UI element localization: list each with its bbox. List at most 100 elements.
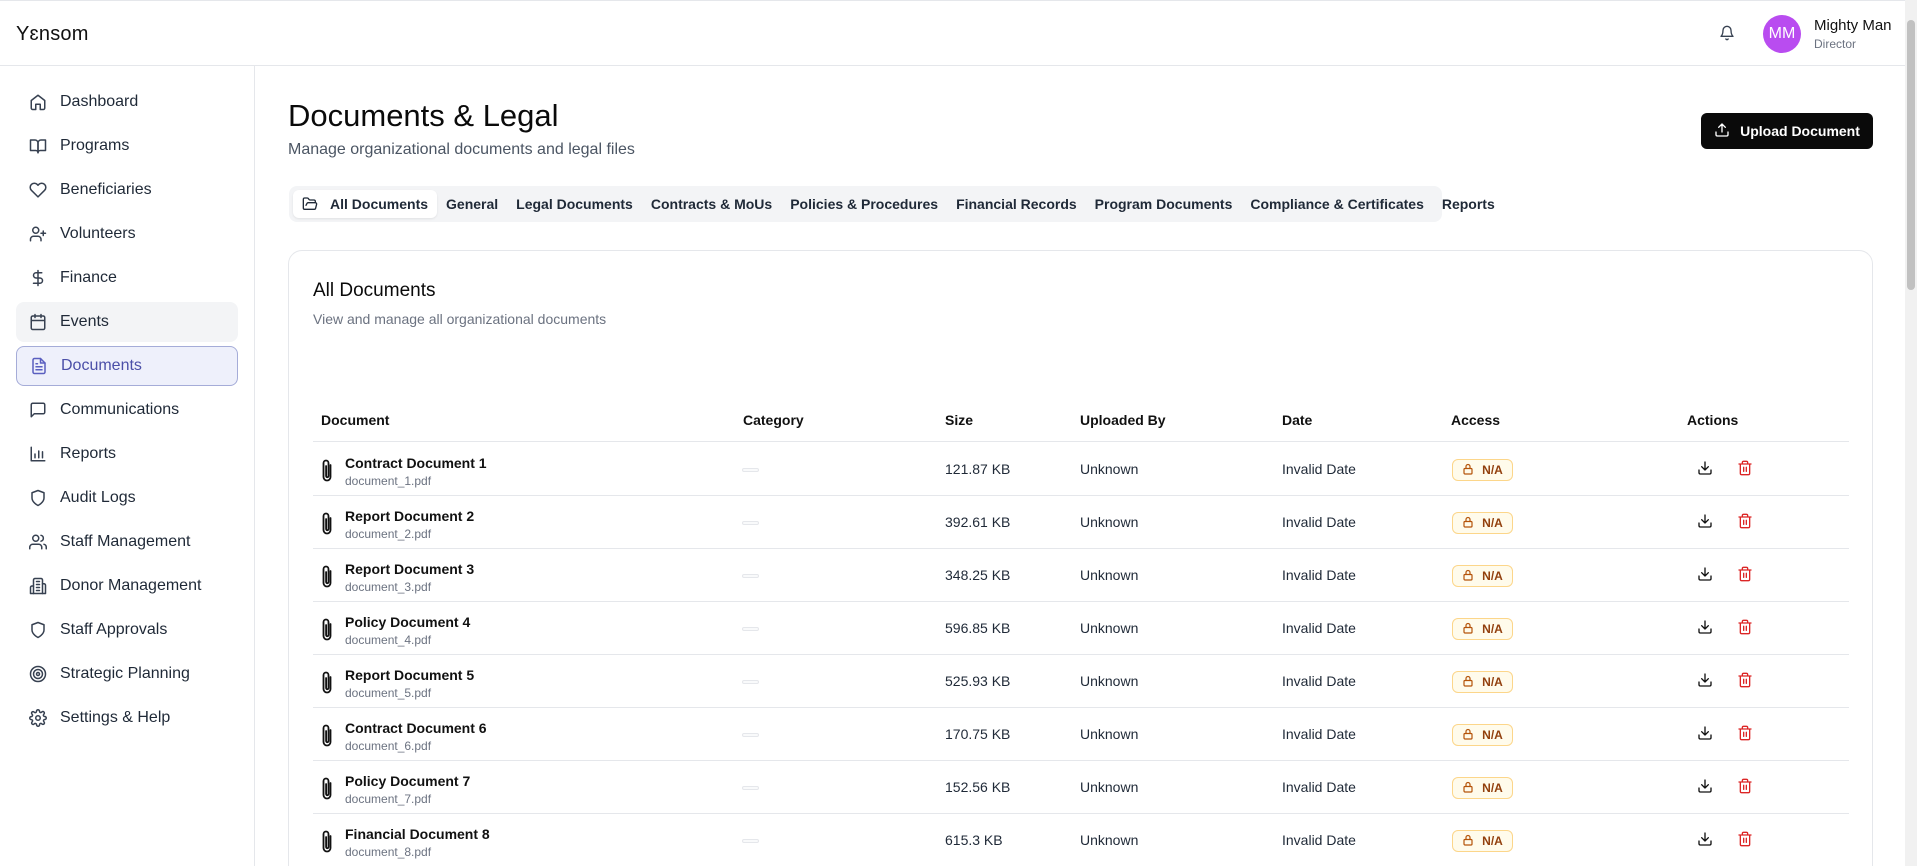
download-icon[interactable] bbox=[1697, 672, 1713, 693]
sidebar-item-dashboard[interactable]: Dashboard bbox=[16, 82, 238, 122]
document-name[interactable]: Policy Document 4 bbox=[345, 614, 470, 630]
upload-icon bbox=[1714, 122, 1730, 141]
tab-all-documents[interactable]: All Documents bbox=[293, 190, 438, 218]
card-title: All Documents bbox=[313, 280, 436, 301]
sidebar-item-events[interactable]: Events bbox=[16, 302, 238, 342]
access-label: N/A bbox=[1482, 675, 1503, 689]
document-name[interactable]: Report Document 5 bbox=[345, 667, 474, 683]
tab-policies-procedures[interactable]: Policies & Procedures bbox=[781, 190, 947, 218]
sidebar-item-label: Communications bbox=[60, 401, 180, 418]
upload-document-label: Upload Document bbox=[1740, 123, 1860, 139]
column-header-date[interactable]: Date bbox=[1282, 412, 1312, 428]
table-row[interactable]: Report Document 5 document_5.pdf 525.93 … bbox=[313, 655, 1849, 708]
sidebar-item-label: Staff Approvals bbox=[60, 621, 168, 638]
lock-icon bbox=[1462, 516, 1474, 531]
tab-general[interactable]: General bbox=[437, 190, 507, 218]
tab-reports[interactable]: Reports bbox=[1433, 190, 1504, 218]
bell-icon[interactable] bbox=[1717, 23, 1737, 43]
category-tabs: All Documents General Legal Documents Co… bbox=[289, 186, 1495, 222]
document-name[interactable]: Report Document 3 bbox=[345, 561, 474, 577]
access-badge: N/A bbox=[1452, 671, 1513, 693]
download-icon[interactable] bbox=[1697, 566, 1713, 587]
user-role: Director bbox=[1814, 37, 1857, 51]
sidebar-item-volunteers[interactable]: Volunteers bbox=[16, 214, 238, 254]
document-name[interactable]: Report Document 2 bbox=[345, 508, 474, 524]
column-header-uploaded-by[interactable]: Uploaded By bbox=[1080, 412, 1166, 428]
sidebar-item-settings-help[interactable]: Settings & Help bbox=[16, 698, 238, 738]
download-icon[interactable] bbox=[1697, 725, 1713, 746]
sidebar-item-donor-management[interactable]: Donor Management bbox=[16, 566, 238, 606]
heart-icon bbox=[28, 180, 48, 200]
sidebar-item-finance[interactable]: Finance bbox=[16, 258, 238, 298]
category-badge bbox=[742, 839, 759, 843]
sidebar-item-staff-approvals[interactable]: Staff Approvals bbox=[16, 610, 238, 650]
target-icon bbox=[28, 664, 48, 684]
column-header-size[interactable]: Size bbox=[945, 412, 973, 428]
trash-icon[interactable] bbox=[1737, 513, 1753, 534]
column-header-category[interactable]: Category bbox=[743, 412, 804, 428]
document-name[interactable]: Contract Document 1 bbox=[345, 455, 487, 471]
table-row[interactable]: Policy Document 4 document_4.pdf 596.85 … bbox=[313, 602, 1849, 655]
access-label: N/A bbox=[1482, 781, 1503, 795]
sidebar-item-reports[interactable]: Reports bbox=[16, 434, 238, 474]
document-size: 348.25 KB bbox=[945, 567, 1011, 583]
trash-icon[interactable] bbox=[1737, 460, 1753, 481]
card-subtitle: View and manage all organizational docum… bbox=[313, 311, 607, 327]
download-icon[interactable] bbox=[1697, 831, 1713, 852]
sidebar-item-audit-logs[interactable]: Audit Logs bbox=[16, 478, 238, 518]
tab-program-documents[interactable]: Program Documents bbox=[1086, 190, 1242, 218]
document-name[interactable]: Policy Document 7 bbox=[345, 773, 470, 789]
tab-financial-records[interactable]: Financial Records bbox=[947, 190, 1086, 218]
document-date: Invalid Date bbox=[1282, 673, 1356, 689]
download-icon[interactable] bbox=[1697, 460, 1713, 481]
sidebar: Dashboard Programs Beneficiaries Volunte… bbox=[0, 66, 255, 866]
document-name[interactable]: Contract Document 6 bbox=[345, 720, 487, 736]
table-row[interactable]: Financial Document 8 document_8.pdf 615.… bbox=[313, 814, 1849, 866]
trash-icon[interactable] bbox=[1737, 778, 1753, 799]
document-filename: document_3.pdf bbox=[345, 580, 432, 594]
sidebar-item-documents[interactable]: Documents bbox=[16, 346, 238, 386]
app-logo[interactable]: Yɛnsom bbox=[16, 23, 89, 46]
table-row[interactable]: Contract Document 1 document_1.pdf 121.8… bbox=[313, 443, 1849, 496]
message-icon bbox=[28, 400, 48, 420]
avatar[interactable]: MM bbox=[1763, 15, 1801, 53]
document-uploaded-by: Unknown bbox=[1080, 673, 1139, 689]
upload-document-button[interactable]: Upload Document bbox=[1701, 113, 1873, 149]
page-title: Documents & Legal bbox=[288, 98, 559, 133]
document-date: Invalid Date bbox=[1282, 514, 1356, 530]
sidebar-item-beneficiaries[interactable]: Beneficiaries bbox=[16, 170, 238, 210]
column-header-actions: Actions bbox=[1687, 412, 1739, 428]
document-size: 170.75 KB bbox=[945, 726, 1011, 742]
tab-compliance-certificates[interactable]: Compliance & Certificates bbox=[1241, 190, 1433, 218]
sidebar-item-label: Dashboard bbox=[60, 93, 139, 110]
table-row[interactable]: Report Document 3 document_3.pdf 348.25 … bbox=[313, 549, 1849, 602]
download-icon[interactable] bbox=[1697, 778, 1713, 799]
column-header-document[interactable]: Document bbox=[321, 412, 389, 428]
lock-icon bbox=[1462, 622, 1474, 637]
table-row[interactable]: Contract Document 6 document_6.pdf 170.7… bbox=[313, 708, 1849, 761]
top-bar: Yɛnsom MM Mighty Man Director bbox=[0, 0, 1905, 66]
trash-icon[interactable] bbox=[1737, 619, 1753, 640]
scrollbar[interactable] bbox=[1905, 0, 1917, 866]
tab-contracts-mous[interactable]: Contracts & MoUs bbox=[642, 190, 781, 218]
download-icon[interactable] bbox=[1697, 619, 1713, 640]
trash-icon[interactable] bbox=[1737, 831, 1753, 852]
document-filename: document_6.pdf bbox=[345, 739, 432, 753]
scrollbar-thumb[interactable] bbox=[1907, 20, 1915, 290]
sidebar-item-staff-management[interactable]: Staff Management bbox=[16, 522, 238, 562]
download-icon[interactable] bbox=[1697, 513, 1713, 534]
trash-icon[interactable] bbox=[1737, 725, 1753, 746]
trash-icon[interactable] bbox=[1737, 672, 1753, 693]
sidebar-item-strategic-planning[interactable]: Strategic Planning bbox=[16, 654, 238, 694]
column-header-access[interactable]: Access bbox=[1451, 412, 1500, 428]
tab-legal-documents[interactable]: Legal Documents bbox=[507, 190, 642, 218]
document-date: Invalid Date bbox=[1282, 620, 1356, 636]
document-date: Invalid Date bbox=[1282, 832, 1356, 848]
trash-icon[interactable] bbox=[1737, 566, 1753, 587]
table-row[interactable]: Report Document 2 document_2.pdf 392.61 … bbox=[313, 496, 1849, 549]
table-row[interactable]: Policy Document 7 document_7.pdf 152.56 … bbox=[313, 761, 1849, 814]
document-name[interactable]: Financial Document 8 bbox=[345, 826, 490, 842]
bar-chart-icon bbox=[28, 444, 48, 464]
sidebar-item-communications[interactable]: Communications bbox=[16, 390, 238, 430]
sidebar-item-programs[interactable]: Programs bbox=[16, 126, 238, 166]
